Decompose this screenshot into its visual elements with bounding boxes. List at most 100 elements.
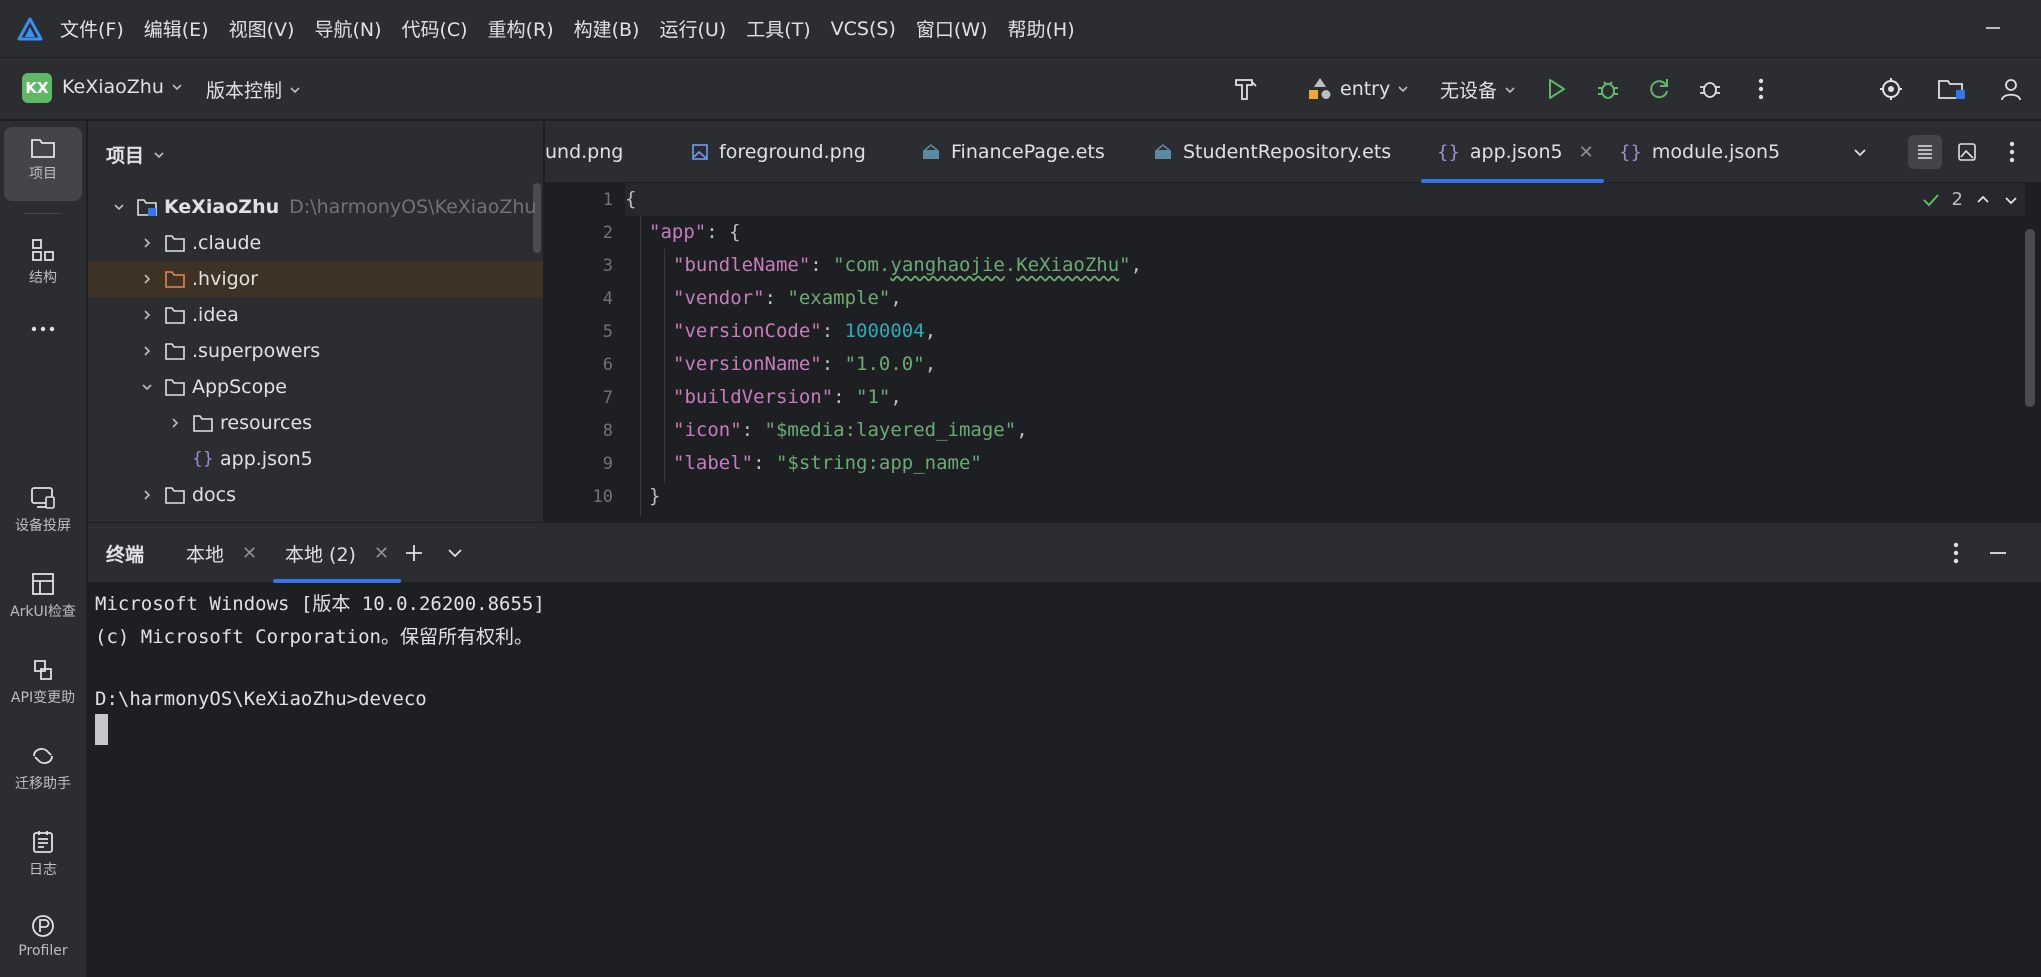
menu-vcs[interactable]: VCS(S) [831,18,896,40]
chevron-down-icon[interactable] [2003,192,2019,208]
tab-foreground-png[interactable]: foreground.png [691,121,866,183]
api-change-label: API变更助 [10,690,76,706]
chevron-right-icon[interactable] [138,270,156,288]
terminal-prompt-line[interactable]: D:\harmonyOS\KeXiaoZhu>deveco [95,688,427,710]
tab-background-png[interactable]: und.png [545,121,623,183]
chevron-right-icon[interactable] [138,234,156,252]
tree-row-hvigor[interactable]: .hvigor [88,261,543,297]
close-tab-icon[interactable]: ✕ [374,543,389,564]
migration-assistant-tool-button[interactable]: 迁移助手 [4,743,82,793]
chevron-down-icon [172,84,182,91]
arkui-inspector-tool-button[interactable]: ArkUI检查 [4,571,82,621]
code-line: "bundleName": "com.yanghaojie.KeXiaoZhu"… [673,254,1143,276]
chevron-down-icon [290,86,300,93]
close-tab-icon[interactable]: ✕ [242,543,257,564]
hide-panel-icon[interactable] [1988,523,2008,583]
editor-scrollbar[interactable] [2025,229,2035,407]
more-tools-icon[interactable] [4,325,82,333]
api-change-tool-button[interactable]: API变更助 [4,657,82,707]
log-label: 日志 [29,862,57,878]
device-mirror-tool-button[interactable]: 设备投屏 [4,485,82,535]
tree-label: .hvigor [192,268,259,290]
preview-view-icon[interactable] [1950,135,1984,169]
terminal-options-chevron-icon[interactable] [446,523,464,583]
editor-more-icon[interactable] [1995,135,2029,169]
chevron-down-icon [1398,86,1408,93]
editor-tab-bar: und.png foreground.png FinancePage.ets S… [545,121,2041,183]
menu-window[interactable]: 窗口(W) [916,15,988,42]
inspector-grid-icon [32,573,54,595]
tree-label: .superpowers [192,340,321,362]
chevron-up-icon[interactable] [1975,192,1991,208]
inspection-widget[interactable]: 2 [1922,189,2019,210]
chevron-right-icon[interactable] [166,414,184,432]
menu-code[interactable]: 代码(C) [401,15,467,42]
menu-edit[interactable]: 编辑(E) [144,15,209,42]
tree-row-appscope[interactable]: AppScope [88,369,543,405]
line-number: 6 [602,355,613,375]
device-manager-icon[interactable] [1876,74,1906,104]
tree-row-resources[interactable]: resources [88,405,543,441]
arkui-inspector-label: ArkUI检查 [10,604,76,620]
project-switcher[interactable]: KeXiaoZhu [62,76,184,98]
close-tab-icon[interactable]: ✕ [1579,142,1594,163]
chevron-right-icon[interactable] [138,342,156,360]
indent-guide [664,249,665,483]
migration-assistant-label: 迁移助手 [15,776,71,792]
code-editor[interactable]: { "app": { "bundleName": "com.yanghaojie… [625,183,2025,522]
tree-row-claude[interactable]: .claude [88,225,543,261]
code-view-icon[interactable] [1908,135,1942,169]
json-braces-icon: {} [192,449,214,469]
debug-icon[interactable] [1593,74,1623,104]
tab-list-chevron-icon[interactable] [1843,135,1877,169]
menu-view[interactable]: 视图(V) [229,15,295,42]
chevron-down-icon[interactable] [138,378,156,396]
tree-row-app-json5[interactable]: {} app.json5 [88,441,543,477]
project-structure-icon[interactable] [1937,74,1967,104]
check-icon [1922,193,1939,206]
profiler-tool-button[interactable]: Profiler [4,913,82,959]
tab-studentrepository-ets[interactable]: StudentRepository.ets [1153,121,1391,183]
chevron-right-icon[interactable] [138,486,156,504]
terminal-more-icon[interactable] [1953,523,1959,583]
structure-tool-button[interactable]: 结构 [4,237,82,287]
tree-row-idea[interactable]: .idea [88,297,543,333]
line-number: 7 [602,388,613,408]
tab-financepage-ets[interactable]: FinancePage.ets [921,121,1105,183]
new-terminal-plus-icon[interactable] [404,523,424,583]
terminal-tab-local-2[interactable]: 本地 (2) ✕ [272,523,402,583]
terminal-tab-local[interactable]: 本地 ✕ [186,523,257,583]
menu-refactor[interactable]: 重构(R) [488,15,554,42]
tree-row-superpowers[interactable]: .superpowers [88,333,543,369]
apply-changes-icon[interactable] [1644,74,1674,104]
menu-build[interactable]: 构建(B) [574,15,640,42]
strip-divider [24,213,62,214]
menu-run[interactable]: 运行(U) [659,15,726,42]
code-line: "icon": "$media:layered_image", [673,419,1028,441]
tree-row-docs[interactable]: docs [88,477,543,513]
project-badge[interactable]: KX [22,73,52,103]
chevron-right-icon[interactable] [138,306,156,324]
tab-app-json5[interactable]: {} app.json5 ✕ [1421,121,1604,183]
project-tool-button[interactable]: 项目 [4,127,82,201]
project-panel-header[interactable]: 项目 [106,141,166,168]
vcs-menu[interactable]: 版本控制 [206,76,302,103]
menu-tools[interactable]: 工具(T) [746,15,810,42]
minimize-window-icon[interactable] [1983,18,2003,38]
log-icon [33,831,53,853]
chevron-down-icon[interactable] [110,198,128,216]
more-vertical-icon[interactable] [1746,74,1776,104]
account-icon[interactable] [1996,74,2026,104]
line-number: 1 [602,190,613,210]
menu-navigate[interactable]: 导航(N) [314,15,381,42]
menu-file[interactable]: 文件(F) [60,15,124,42]
run-icon[interactable] [1541,74,1571,104]
log-tool-button[interactable]: 日志 [4,829,82,879]
attach-debugger-icon[interactable] [1695,74,1725,104]
menu-help[interactable]: 帮助(H) [1008,15,1075,42]
tree-row-root[interactable]: KeXiaoZhu D:\harmonyOS\KeXiaoZhu [88,189,543,225]
module-selector[interactable]: entry [1306,76,1410,102]
build-hammer-icon[interactable] [1230,74,1260,104]
device-selector[interactable]: 无设备 [1440,76,1517,103]
tab-module-json5[interactable]: {} module.json5 [1619,121,1780,183]
